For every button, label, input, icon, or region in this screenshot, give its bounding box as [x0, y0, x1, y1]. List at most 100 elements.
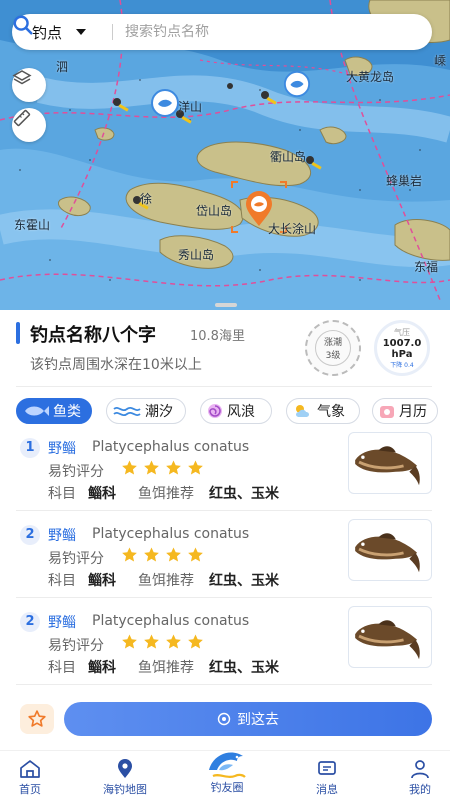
- tide-gauge[interactable]: 涨潮 3级: [305, 320, 361, 376]
- fish-list-item[interactable]: 2 野鲻 Platycephalus conatus 易钓评分 科目 鲻科 鱼饵推荐 红虫、玉…: [16, 519, 436, 605]
- place-label-si: 泗: [56, 60, 69, 74]
- divider: [16, 597, 432, 598]
- fish-family-label: 科目: [48, 486, 76, 502]
- search-icon[interactable]: [12, 14, 34, 36]
- divider: [16, 684, 432, 685]
- waves-icon: [113, 406, 141, 417]
- selected-spot-marker[interactable]: [243, 190, 275, 228]
- fishing-spot-marker-2[interactable]: [283, 70, 311, 98]
- star-icon: [188, 547, 203, 562]
- place-label-dachangtu: 大长涂山: [268, 222, 317, 236]
- navigate-label: 到这去: [237, 712, 279, 728]
- calendar-icon: [380, 406, 394, 418]
- star-icon: [122, 547, 137, 562]
- fish-family: 鲻科: [88, 486, 116, 502]
- title-accent-bar: [16, 322, 20, 344]
- star-icon: [188, 634, 203, 649]
- place-label-dahuanglong: 大黄龙岛: [346, 70, 395, 84]
- sheet-drag-handle[interactable]: [215, 303, 237, 307]
- tabbar-mine-label: 我的: [409, 783, 431, 796]
- search-bar: 钓点: [12, 14, 432, 50]
- fish-icon: [25, 406, 49, 416]
- star-icon: [144, 634, 159, 649]
- place-label-yangshan: 洋山: [178, 100, 203, 114]
- place-label-dongfu: 东福: [414, 260, 439, 274]
- message-icon: [318, 761, 336, 775]
- community-dolphin-icon[interactable]: [205, 744, 249, 784]
- tab-fish[interactable]: 鱼类: [16, 398, 92, 424]
- search-divider: [112, 24, 113, 40]
- tab-tide[interactable]: 潮汐: [106, 398, 186, 424]
- tab-tide-label: 潮汐: [145, 404, 173, 420]
- fish-rating-stars: [120, 459, 208, 477]
- fish-bait: 红虫、玉米: [209, 573, 279, 589]
- fish-photo[interactable]: [348, 432, 432, 494]
- layers-button[interactable]: [12, 68, 46, 102]
- tabbar-home-label: 首页: [19, 783, 41, 796]
- pressure-gauge[interactable]: 气压 1007.0 hPa 下降 0.4: [374, 320, 430, 376]
- star-icon: [166, 547, 181, 562]
- fish-rank: 2: [20, 612, 40, 632]
- fish-name: 野鲻: [48, 441, 76, 457]
- fish-photo[interactable]: [348, 519, 432, 581]
- fish-latin-name: Platycephalus conatus: [92, 439, 250, 455]
- tide-gauge-text: 涨潮: [323, 338, 342, 348]
- pressure-value: 1007.0: [382, 338, 422, 349]
- place-label-sheng: 嵊: [434, 54, 447, 68]
- tab-weather[interactable]: 气象: [286, 398, 360, 424]
- fish-bait: 红虫、玉米: [209, 486, 279, 502]
- search-input[interactable]: [125, 24, 375, 40]
- fish-bait-label: 鱼饵推荐: [138, 660, 194, 676]
- weather-icon: [296, 405, 309, 417]
- tab-wind-wave-label: 风浪: [227, 404, 255, 420]
- place-label-qushan: 衢山岛: [270, 150, 307, 164]
- tabbar-map[interactable]: 海钓地图: [95, 759, 155, 797]
- layers-icon: [12, 70, 32, 85]
- navigate-button[interactable]: 到这去: [64, 702, 432, 736]
- fish-bait-label: 鱼饵推荐: [138, 573, 194, 589]
- tab-weather-label: 气象: [317, 404, 345, 420]
- fish-family-label: 科目: [48, 573, 76, 589]
- fish-list-item[interactable]: 1 野鲻 Platycephalus conatus 易钓评分 科目 鲻科 鱼饵推荐 红虫、玉…: [16, 432, 436, 518]
- tabbar-home[interactable]: 首页: [0, 759, 60, 797]
- fish-bait: 红虫、玉米: [209, 660, 279, 676]
- star-icon: [166, 460, 181, 475]
- place-label-donghuoshan: 东霍山: [14, 218, 51, 232]
- favorite-button[interactable]: [20, 704, 54, 734]
- fishing-spot-marker[interactable]: [150, 88, 180, 118]
- star-icon: [122, 460, 137, 475]
- target-pin-icon: [217, 712, 231, 726]
- nautical-map[interactable]: 大黄龙岛 蜂巢岩 东霍山 衢山岛 岱山岛 大长涂山 秀山岛 东福 洋山 嵊 泗 …: [0, 0, 450, 310]
- star-icon: [122, 634, 137, 649]
- location-pin-icon: [118, 759, 132, 778]
- pressure-trend: 下降 0.4: [390, 362, 414, 369]
- fish-rating-stars: [120, 633, 208, 651]
- star-outline-icon: [28, 710, 46, 727]
- swirl-icon: [208, 404, 222, 418]
- tabbar-mine[interactable]: 我的: [390, 759, 450, 797]
- fish-family: 鲻科: [88, 660, 116, 676]
- spot-description: 该钓点周围水深在10米以上: [30, 357, 202, 373]
- spot-name: 钓点名称八个字: [30, 325, 156, 346]
- spot-filter-label: 钓点: [32, 23, 63, 42]
- fish-rank: 2: [20, 525, 40, 545]
- tabbar-messages-label: 消息: [316, 783, 338, 796]
- spot-distance: 10.8海里: [190, 329, 245, 344]
- caret-down-icon: [76, 29, 87, 35]
- fish-list-item[interactable]: 2 野鲻 Platycephalus conatus 易钓评分 科目 鲻科 鱼饵推荐 红虫、玉…: [16, 606, 436, 692]
- tab-wind-wave[interactable]: 风浪: [200, 398, 272, 424]
- star-icon: [188, 460, 203, 475]
- tabbar-community-label[interactable]: 钓友圈: [197, 779, 257, 795]
- place-label-fengchaoyan: 蜂巢岩: [386, 174, 423, 188]
- tabbar-messages[interactable]: 消息: [297, 759, 357, 797]
- fish-latin-name: Platycephalus conatus: [92, 526, 250, 542]
- fish-rank: 1: [20, 438, 40, 458]
- tab-calendar[interactable]: 月历: [372, 398, 438, 424]
- tabbar-map-label: 海钓地图: [103, 783, 147, 796]
- fish-name: 野鲻: [48, 528, 76, 544]
- pressure-unit: hPa: [391, 349, 413, 360]
- star-icon: [144, 460, 159, 475]
- fish-photo[interactable]: [348, 606, 432, 668]
- ruler-button[interactable]: [12, 108, 46, 142]
- divider: [16, 510, 432, 511]
